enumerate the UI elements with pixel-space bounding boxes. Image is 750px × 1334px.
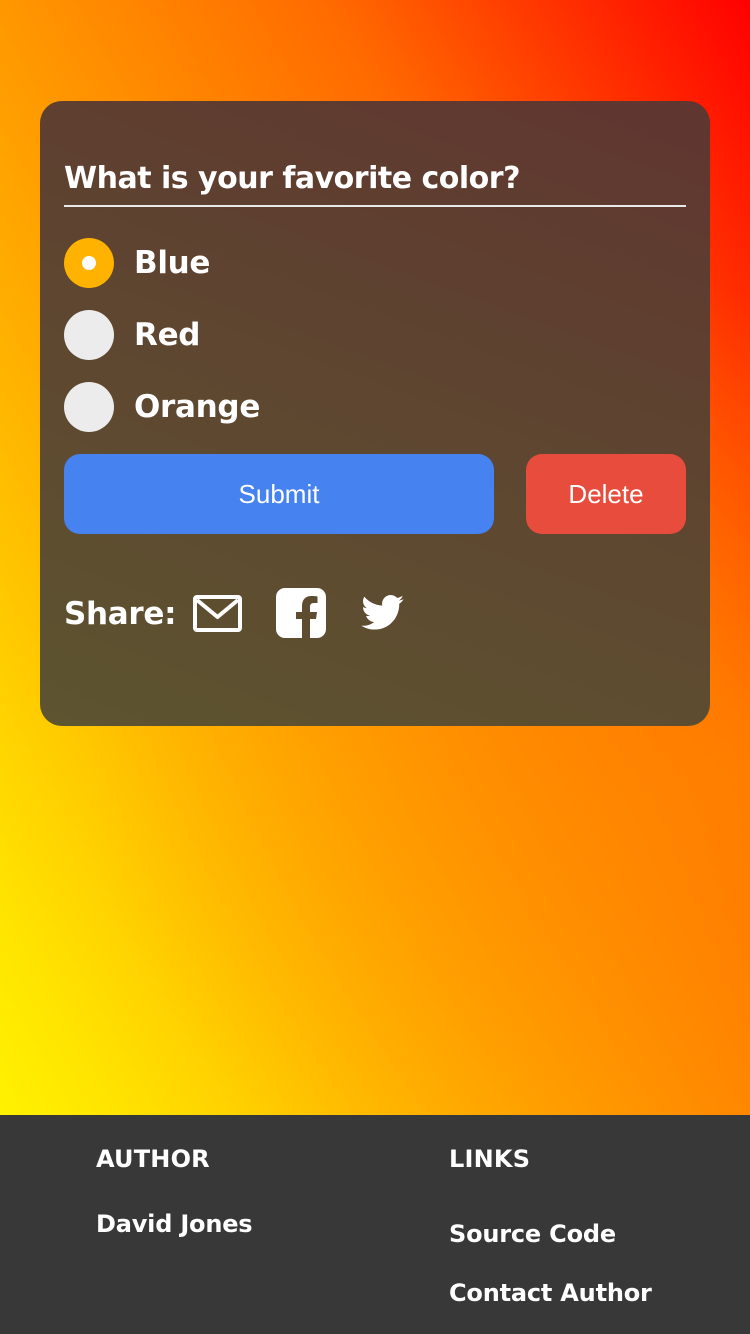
twitter-icon[interactable]	[361, 595, 405, 635]
footer: AUTHOR David Jones LINKS Source Code Con…	[0, 1115, 750, 1334]
footer-author-heading: AUTHOR	[96, 1145, 210, 1173]
mail-icon[interactable]	[193, 595, 242, 636]
option-blue[interactable]: Blue	[64, 238, 210, 288]
footer-links-heading: LINKS	[449, 1145, 531, 1173]
footer-author-name: David Jones	[96, 1210, 253, 1238]
delete-button[interactable]: Delete	[526, 454, 686, 534]
poll-card: What is your favorite color? Blue Red Or…	[40, 101, 710, 726]
submit-button[interactable]: Submit	[64, 454, 494, 534]
share-label: Share:	[64, 596, 177, 632]
option-red[interactable]: Red	[64, 310, 200, 360]
option-label-blue: Blue	[134, 245, 211, 281]
option-orange[interactable]: Orange	[64, 382, 260, 432]
source-code-link[interactable]: Source Code	[449, 1220, 616, 1248]
share-row: Share:	[64, 589, 177, 639]
radio-orange[interactable]	[64, 382, 114, 432]
option-label-red: Red	[134, 317, 201, 353]
poll-question: What is your favorite color?	[64, 159, 686, 207]
contact-author-link[interactable]: Contact Author	[449, 1279, 652, 1307]
option-label-orange: Orange	[134, 389, 261, 425]
radio-blue[interactable]	[64, 238, 114, 288]
radio-red[interactable]	[64, 310, 114, 360]
facebook-icon[interactable]	[276, 588, 326, 642]
